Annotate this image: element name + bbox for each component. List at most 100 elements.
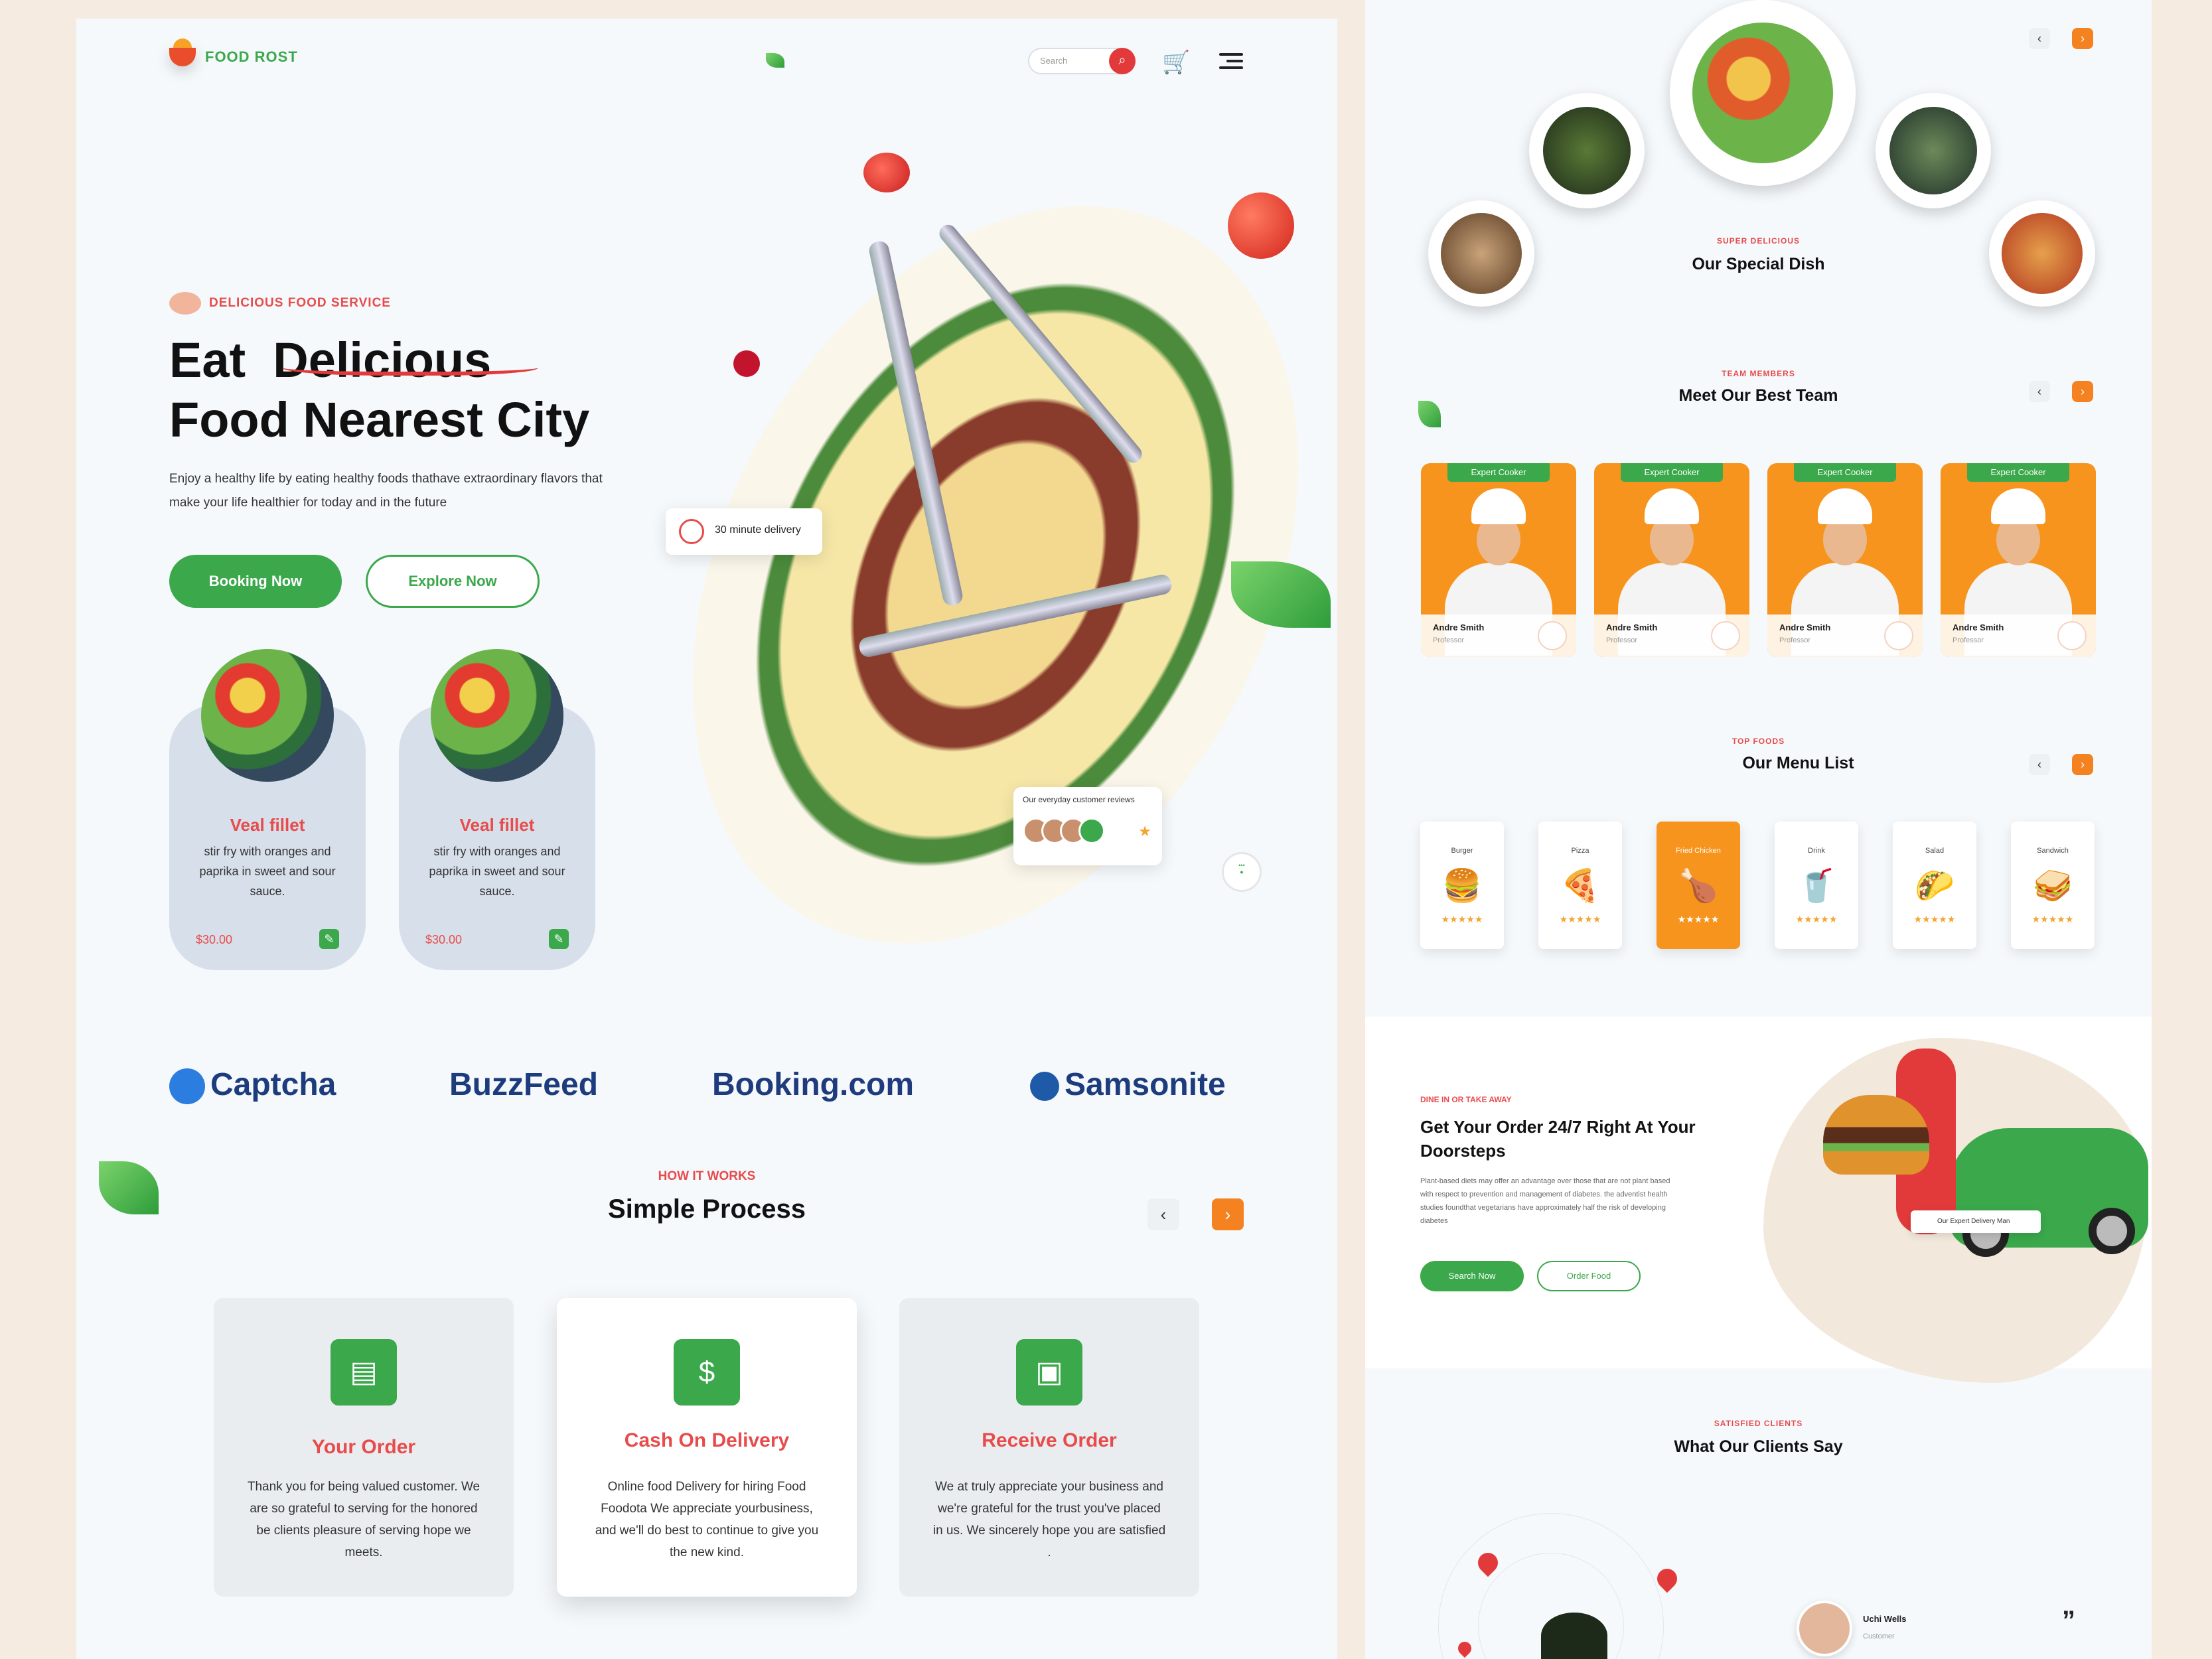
process-step-desc: Online food Delivery for hiring Food Foo… [595, 1480, 819, 1559]
process-step-card[interactable]: $ Cash On Delivery Online food Delivery … [557, 1298, 857, 1597]
rating-stars: ★★★★★ [1795, 914, 1838, 924]
cash-icon: $ [674, 1339, 740, 1406]
special-dish[interactable] [1529, 93, 1645, 208]
dish-card[interactable]: Veal fillet stir fry with oranges and pa… [399, 649, 595, 970]
special-dish-main[interactable] [1670, 0, 1856, 186]
rating-stars: ★★★★★ [2031, 914, 2074, 924]
burger-image [1823, 1095, 1929, 1175]
team-eyebrow: TEAM MEMBERS [1722, 369, 1795, 378]
partner-logo-buzzfeed: BuzzFeed [449, 1067, 599, 1102]
rating-stars: ★★★★★ [1913, 914, 1956, 924]
hero-subtitle: Enjoy a healthy life by eating healthy f… [169, 472, 603, 510]
how-it-works-eyebrow: HOW IT WORKS [658, 1169, 756, 1183]
customer-avatars [1023, 818, 1105, 844]
special-dish[interactable] [1989, 200, 2095, 307]
hero-title-line2: Food Nearest City [169, 392, 590, 447]
rating-stars: ★★★★★ [1441, 914, 1483, 924]
member-info: Andre Smith Professor [1767, 614, 1923, 657]
menu-item-card[interactable]: Salad 🌮 ★★★★★ [1893, 822, 1976, 949]
captcha-icon [169, 1068, 205, 1105]
process-step-card[interactable]: ▣ Receive Order We at truly appreciate y… [899, 1298, 1199, 1597]
team-member-card[interactable]: Expert Cooker Andre Smith Professor [1767, 463, 1923, 657]
process-step-title: Receive Order [982, 1429, 1117, 1451]
dish-name: Veal fillet [230, 815, 305, 835]
process-next-button[interactable]: › [1212, 1198, 1244, 1230]
review-tag-text: Our everyday customer reviews [1023, 795, 1135, 804]
logo[interactable]: FOOD ROST [169, 38, 298, 66]
process-step-desc: We at truly appreciate your business and… [932, 1480, 1166, 1559]
samsonite-icon [1030, 1072, 1059, 1102]
team-member-card[interactable]: Expert Cooker Andre Smith Professor [1941, 463, 2096, 657]
member-info: Andre Smith Professor [1594, 614, 1749, 657]
search-input[interactable]: Search ⌕ [1028, 48, 1136, 74]
dish-name: Veal fillet [459, 815, 535, 835]
menu-item-card[interactable]: Sandwich 🥪 ★★★★★ [2011, 822, 2095, 949]
customer-review-tag: Our everyday customer reviews ★ [1013, 787, 1162, 865]
member-info: Andre Smith Professor [1941, 614, 2096, 657]
add-to-cart-icon[interactable]: ✎ [549, 929, 569, 949]
scooter-wheel [2089, 1208, 2135, 1254]
team-member-card[interactable]: Expert Cooker Andre Smith Professor [1421, 463, 1576, 657]
hero-eyebrow: DELICIOUS FOOD SERVICE [209, 296, 391, 310]
quote-icon: ” [2062, 1606, 2075, 1635]
dish-price: $30.00 [425, 933, 463, 946]
hamburger-menu-icon[interactable] [1219, 53, 1243, 73]
team-prev-button[interactable]: ‹ [2029, 381, 2050, 402]
dish-price: $30.00 [196, 933, 233, 946]
menu-item-label: Fried Chicken [1676, 847, 1721, 855]
dish-card[interactable]: Veal fillet stir fry with oranges and pa… [169, 649, 366, 970]
clipboard-icon: ▤ [331, 1339, 397, 1406]
menu-next-button[interactable]: › [2072, 754, 2093, 775]
search-button[interactable]: ⌕ [1109, 48, 1136, 74]
special-dish[interactable] [1876, 93, 1991, 208]
menu-item-card[interactable]: Burger 🍔 ★★★★★ [1420, 822, 1504, 949]
process-step-card[interactable]: ▤ Your Order Thank you for being valued … [214, 1298, 514, 1597]
team-member-card[interactable]: Expert Cooker Andre Smith Professor [1594, 463, 1749, 657]
logo-icon [169, 38, 196, 66]
tomato-image [1228, 192, 1294, 259]
chef-hat-image [1471, 488, 1526, 524]
hero-title: Eat Delicious Food Nearest City [169, 330, 589, 450]
chef-hat-image [1818, 488, 1872, 524]
search-now-button[interactable]: Search Now [1420, 1261, 1524, 1291]
cart-icon[interactable]: 🛒 [1162, 49, 1190, 76]
rating-badge: ••• ● [1222, 852, 1262, 892]
chef-hat-image [1991, 488, 2045, 524]
partner-logo-booking: Booking.com [712, 1067, 915, 1102]
menu-item-label: Pizza [1571, 847, 1589, 855]
special-dish[interactable] [1428, 200, 1534, 307]
testimonials-eyebrow: SATISFIED CLIENTS [1714, 1419, 1803, 1428]
menu-item-card-active[interactable]: Fried Chicken 🍗 ★★★★★ [1657, 822, 1740, 949]
client-role: Customer [1863, 1632, 1895, 1640]
menu-prev-button[interactable]: ‹ [2029, 754, 2050, 775]
rating-stars: ★★★★★ [1559, 914, 1601, 924]
order-eyebrow: DINE IN OR TAKE AWAY [1420, 1095, 1512, 1104]
leaf-icon [766, 53, 784, 68]
order-title: Get Your Order 24/7 Right At Your Doorst… [1420, 1117, 1696, 1161]
menu-item-card[interactable]: Drink 🥤 ★★★★★ [1775, 822, 1858, 949]
landing-left-panel: FOOD ROST Search ⌕ 🛒 DELICIOUS FOOD SERV… [76, 19, 1337, 1659]
menu-item-card[interactable]: Pizza 🍕 ★★★★★ [1538, 822, 1622, 949]
process-prev-button[interactable]: ‹ [1147, 1198, 1179, 1230]
booking-now-button[interactable]: Booking Now [169, 555, 342, 608]
add-to-cart-icon[interactable]: ✎ [319, 929, 339, 949]
process-step-title: Your Order [311, 1436, 416, 1458]
drink-icon: 🥤 [1797, 869, 1836, 904]
explore-now-button[interactable]: Explore Now [366, 555, 540, 608]
special-next-button[interactable]: › [2072, 28, 2093, 49]
dish-description: stir fry with oranges and paprika in swe… [199, 845, 336, 898]
chef-badge-icon [2057, 621, 2087, 650]
special-title: Our Special Dish [1692, 255, 1825, 273]
member-badge: Expert Cooker [1447, 463, 1550, 482]
dish-image [431, 649, 563, 782]
menu-item-label: Salad [1925, 847, 1945, 855]
process-step-title: Cash On Delivery [624, 1429, 790, 1451]
burger-icon: 🍔 [1442, 869, 1482, 904]
order-description: Plant-based diets may offer an advantage… [1420, 1177, 1670, 1225]
team-next-button[interactable]: › [2072, 381, 2093, 402]
client-avatar [1797, 1601, 1852, 1656]
special-prev-button[interactable]: ‹ [2029, 28, 2050, 49]
order-food-button[interactable]: Order Food [1537, 1261, 1641, 1291]
partner-logo-captcha: Captcha [169, 1055, 336, 1115]
chef-badge-icon [1538, 621, 1567, 650]
